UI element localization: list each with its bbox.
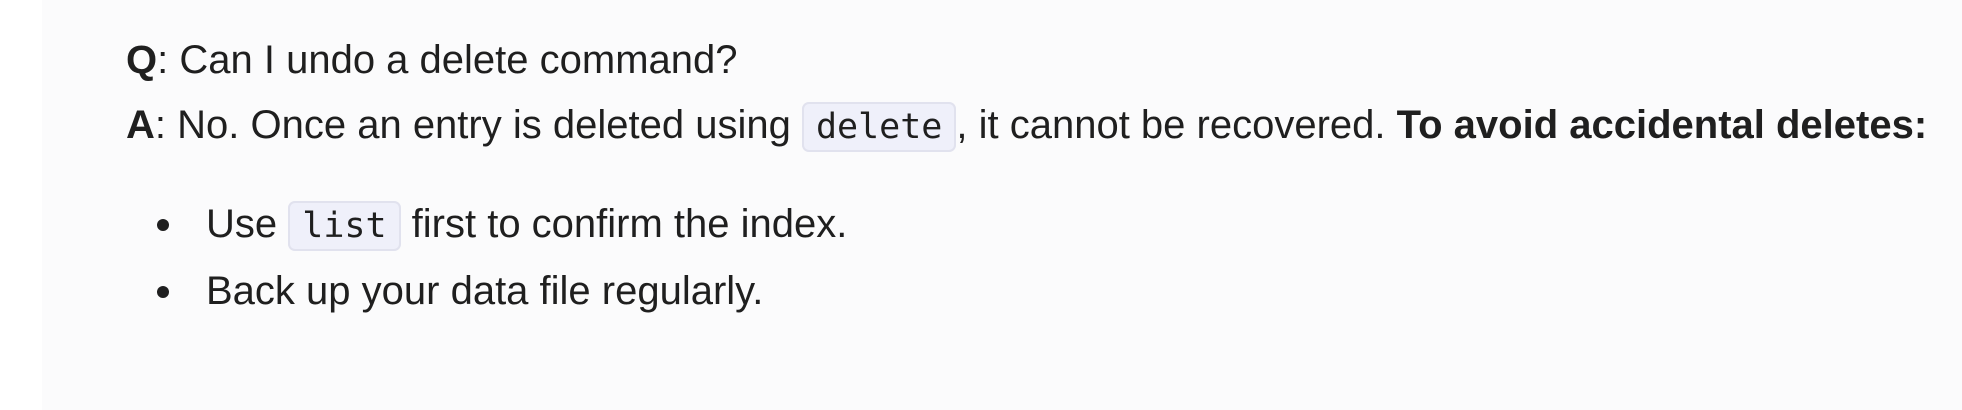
- answer-separator: :: [154, 103, 167, 147]
- faq-panel: Q: Can I undo a delete command? A: No. O…: [42, 0, 1962, 410]
- question-separator: :: [157, 38, 169, 82]
- faq-content: Q: Can I undo a delete command? A: No. O…: [126, 28, 1936, 324]
- question-line: Q: Can I undo a delete command?: [126, 28, 1936, 93]
- list-item: Use list first to confirm the index.: [126, 192, 1936, 259]
- answer-emphasis: To avoid accidental deletes:: [1396, 103, 1928, 147]
- answer-line: A: No. Once an entry is deleted using de…: [126, 93, 1936, 160]
- bullet-icon: [157, 219, 169, 231]
- list-item: Back up your data file regularly.: [126, 259, 1936, 324]
- bullet-icon: [157, 286, 169, 298]
- answer-text-before: No. Once an entry is deleted using: [166, 103, 802, 147]
- tip-text: Back up your data file regularly.: [206, 269, 764, 313]
- answer-label: A: [126, 103, 155, 147]
- answer-text-after: , it cannot be recovered.: [956, 103, 1397, 147]
- question-label: Q: [126, 38, 158, 82]
- tip-text-after: first to confirm the index.: [400, 202, 848, 246]
- list-command-code: list: [288, 201, 401, 251]
- question-text: Can I undo a delete command?: [168, 38, 738, 82]
- delete-command-code: delete: [801, 102, 957, 152]
- tips-list: Use list first to confirm the index. Bac…: [126, 192, 1936, 324]
- tip-text-before: Use: [206, 202, 289, 246]
